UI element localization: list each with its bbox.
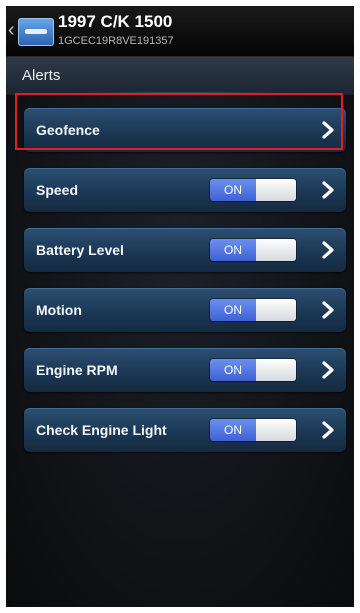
alert-label: Speed <box>36 182 79 198</box>
alert-label: Check Engine Light <box>36 422 167 438</box>
speed-toggle[interactable]: ON <box>210 179 296 201</box>
motion-toggle[interactable]: ON <box>210 299 296 321</box>
section-title: Alerts <box>22 67 61 84</box>
check-engine-light-toggle[interactable]: ON <box>210 419 296 441</box>
engine-rpm-toggle[interactable]: ON <box>210 359 296 381</box>
battery-level-toggle[interactable]: ON <box>210 239 296 261</box>
alert-label: Battery Level <box>36 242 124 258</box>
alert-label: Engine RPM <box>36 362 118 378</box>
toggle-on-label: ON <box>210 419 256 441</box>
app-header: ‹ 1997 C/K 1500 1GCEC19R8VE191357 <box>6 6 354 57</box>
alert-row-engine-rpm[interactable]: Engine RPM ON <box>24 348 346 392</box>
toggle-knob[interactable] <box>256 419 296 441</box>
chevron-right-icon <box>322 301 334 319</box>
toggle-knob[interactable] <box>256 239 296 261</box>
chevron-right-icon <box>322 421 334 439</box>
chevron-right-icon <box>322 241 334 259</box>
vehicle-icon[interactable] <box>18 18 54 46</box>
toggle-knob[interactable] <box>256 179 296 201</box>
alert-row-battery-level[interactable]: Battery Level ON <box>24 228 346 272</box>
toggle-on-label: ON <box>210 239 256 261</box>
vehicle-vin: 1GCEC19R8VE191357 <box>58 35 174 47</box>
geofence-highlight-box <box>15 93 343 150</box>
alert-row-check-engine-light[interactable]: Check Engine Light ON <box>24 408 346 452</box>
alert-row-speed[interactable]: Speed ON <box>24 168 346 212</box>
back-chevron-icon[interactable]: ‹ <box>8 20 15 40</box>
toggle-on-label: ON <box>210 299 256 321</box>
alert-label: Motion <box>36 302 82 318</box>
toggle-on-label: ON <box>210 179 256 201</box>
toggle-knob[interactable] <box>256 299 296 321</box>
chevron-right-icon <box>322 361 334 379</box>
section-header: Alerts <box>6 57 354 95</box>
vehicle-title: 1997 C/K 1500 <box>58 12 173 31</box>
alert-row-motion[interactable]: Motion ON <box>24 288 346 332</box>
chevron-right-icon <box>322 181 334 199</box>
toggle-on-label: ON <box>210 359 256 381</box>
toggle-knob[interactable] <box>256 359 296 381</box>
